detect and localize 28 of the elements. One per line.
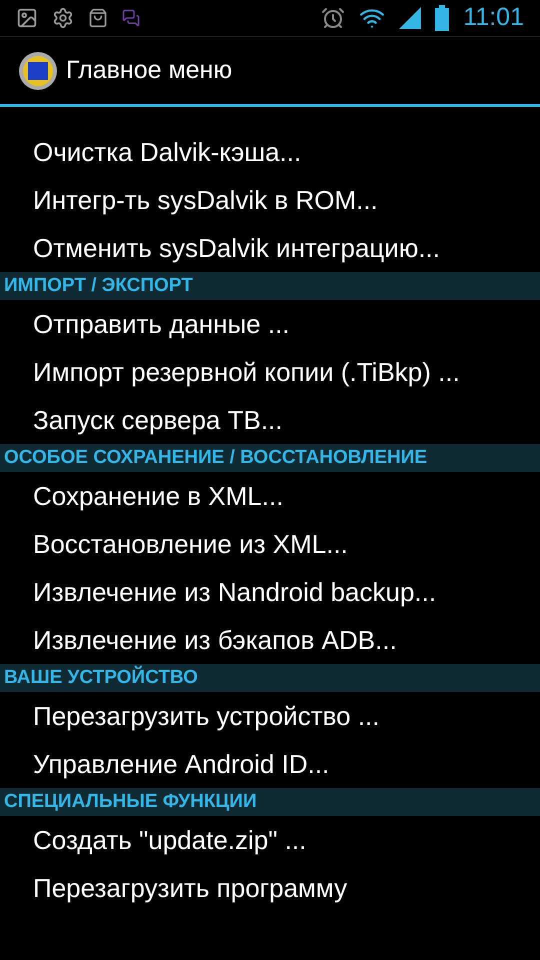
menu-item[interactable]: Отправить данные ... <box>0 300 540 348</box>
menu-item[interactable]: Очистка Dalvik-кэша... <box>0 128 540 176</box>
menu-item[interactable]: Восстановление из XML... <box>0 520 540 568</box>
signal-icon <box>399 7 422 29</box>
bag-icon <box>88 8 108 28</box>
app-logo-icon <box>18 50 58 90</box>
section-header: СПЕЦИАЛЬНЫЕ ФУНКЦИИ <box>0 788 540 816</box>
menu-item[interactable]: Управление Android ID... <box>0 740 540 788</box>
section-header: ИМПОРТ / ЭКСПОРТ <box>0 272 540 300</box>
menu-item[interactable]: Перезагрузить программу <box>0 864 540 912</box>
gear-icon <box>52 7 74 29</box>
status-time: 11:01 <box>463 2 524 34</box>
menu-item[interactable]: Сохранение в XML... <box>0 472 540 520</box>
menu-item[interactable]: Отменить sysDalvik интеграцию... <box>0 224 540 272</box>
battery-icon <box>435 5 450 31</box>
menu-item[interactable]: Перезагрузить устройство ... <box>0 692 540 740</box>
menu-item[interactable]: Извлечение из бэкапов ADB... <box>0 616 540 664</box>
menu-item[interactable]: Интегр-ть sysDalvik в ROM... <box>0 176 540 224</box>
menu-item[interactable]: Извлечение из Nandroid backup... <box>0 568 540 616</box>
menu-item[interactable]: Создать "update.zip" ... <box>0 816 540 864</box>
menu-item[interactable]: Импорт резервной копии (.TiBkp) ... <box>0 348 540 396</box>
menu-item[interactable]: Запуск сервера ТВ... <box>0 396 540 444</box>
screen-title: Главное меню <box>66 54 232 86</box>
alarm-icon <box>321 6 346 30</box>
section-header: ОСОБОЕ СОХРАНЕНИЕ / ВОССТАНОВЛЕНИЕ <box>0 444 540 472</box>
chat-icon <box>122 9 140 27</box>
image-icon <box>16 7 38 29</box>
section-header: ВАШЕ УСТРОЙСТВО <box>0 664 540 692</box>
